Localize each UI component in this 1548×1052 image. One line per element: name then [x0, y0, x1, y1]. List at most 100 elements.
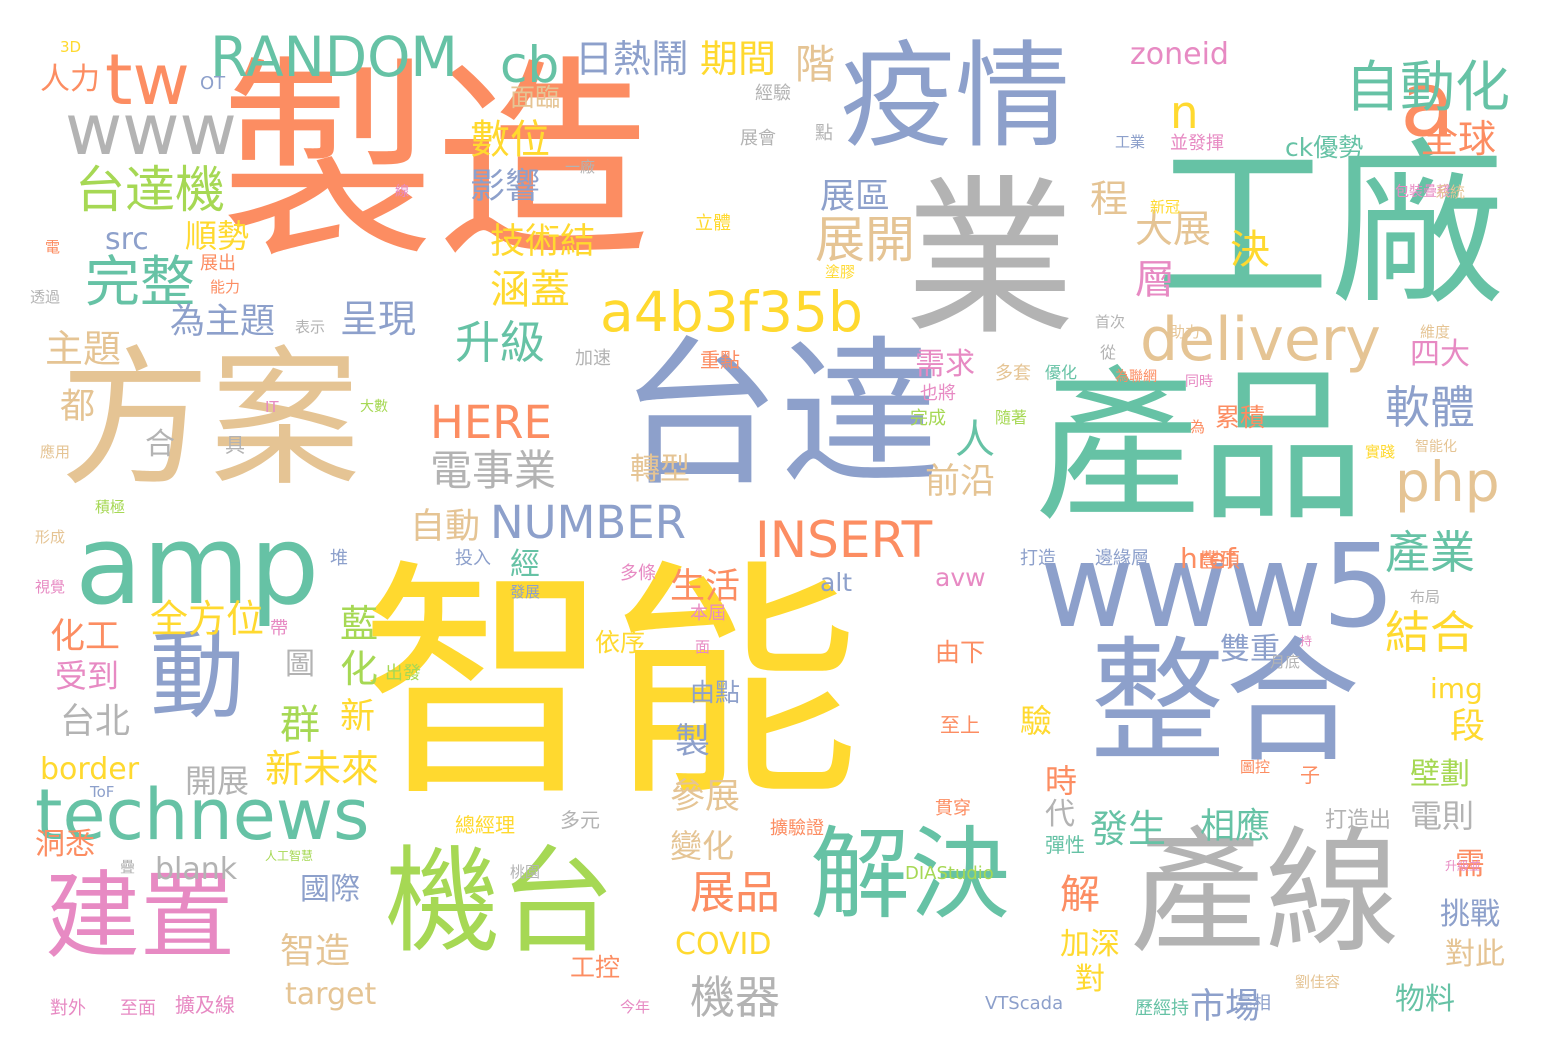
cloud-word: 能力 [210, 278, 241, 296]
cloud-word: 為 [1190, 418, 1206, 436]
cloud-word: 群 [280, 702, 320, 748]
cloud-word: 國際 [300, 872, 360, 907]
cloud-word: 電 [45, 238, 61, 256]
cloud-word: 重點 [700, 348, 740, 372]
cloud-word: 變化 [670, 827, 735, 865]
cloud-word: 也將 [920, 383, 956, 404]
cloud-word: 數位 [470, 117, 550, 163]
cloud-word: 多元 [560, 808, 600, 832]
cloud-word: 解 [1060, 872, 1100, 918]
cloud-word: 並發揮 [1170, 133, 1224, 154]
cloud-word: 新未來 [265, 747, 380, 791]
cloud-word: 助力 [1170, 323, 1201, 341]
cloud-word: n [1170, 86, 1199, 139]
cloud-word: src [105, 222, 149, 257]
cloud-word: 疊 [120, 858, 136, 876]
cloud-word: 至面 [120, 998, 156, 1019]
cloud-word: RANDOM [210, 25, 458, 89]
cloud-word: 貫穿 [935, 798, 971, 819]
cloud-word: 新 [340, 697, 376, 737]
cloud-word: 驗 [1020, 702, 1053, 740]
cloud-word: 一廠 [565, 158, 596, 176]
cloud-word: 呈現 [340, 297, 417, 341]
cloud-word: 圖控 [1240, 758, 1271, 776]
cloud-word: 今年 [620, 998, 651, 1016]
cloud-word: 面 [695, 638, 711, 656]
cloud-word: 實踐 [1365, 443, 1396, 461]
cloud-word: 代 [1045, 797, 1075, 832]
cloud-word: 工業 [1115, 133, 1146, 151]
cloud-word: 為聯網 [1115, 369, 1157, 385]
cloud-word: 動 [150, 622, 246, 732]
cloud-word: php [1395, 450, 1500, 514]
cloud-word: 機器 [690, 971, 781, 1024]
cloud-word: 升級並 [1445, 859, 1482, 873]
cloud-word: 化 [340, 647, 379, 691]
cloud-word: 人工智慧 [265, 849, 314, 863]
cloud-word: 對外 [50, 998, 86, 1019]
cloud-word: 發生 [1090, 807, 1167, 851]
cloud-word: 總經理 [455, 813, 515, 837]
cloud-word: 前沿 [925, 462, 996, 502]
cloud-word: 持 [1300, 634, 1313, 648]
cloud-word: 經驗 [755, 83, 791, 104]
cloud-word: 智造 [280, 932, 351, 972]
cloud-word: 豐碩 [1200, 548, 1240, 572]
cloud-word: 期間 [700, 37, 777, 81]
cloud-word: 電則 [1410, 797, 1475, 835]
cloud-word: 打造出 [1325, 808, 1392, 833]
cloud-word: 需求 [915, 347, 975, 382]
cloud-word: 具 [225, 433, 245, 457]
cloud-word: 技術結 [490, 222, 596, 262]
cloud-word: 受到 [55, 657, 120, 695]
cloud-word: 合 [145, 427, 175, 462]
cloud-word: 發展 [510, 583, 541, 601]
cloud-word: 壁劃 [1410, 757, 1470, 792]
cloud-word: 涵蓋 [490, 267, 570, 313]
cloud-word: 同時 [1185, 374, 1213, 390]
cloud-word: 透過 [30, 288, 61, 306]
cloud-word: 歷經持 [1135, 998, 1189, 1019]
cloud-word: NUMBER [490, 496, 686, 549]
cloud-word: 系統 [1435, 183, 1466, 201]
cloud-word: 時 [1045, 762, 1078, 800]
cloud-word: 本屆 [690, 603, 726, 624]
cloud-word: 生活 [670, 567, 741, 607]
cloud-word: 參展 [670, 777, 741, 817]
cloud-word: avw [935, 563, 986, 592]
cloud-word: 展出 [200, 253, 236, 274]
cloud-word: 劉佳容 [1295, 973, 1341, 991]
cloud-word: 從 [1100, 343, 1117, 362]
cloud-word: 亮相 [1235, 993, 1271, 1014]
cloud-word: 階 [795, 42, 835, 88]
cloud-word: 藍 [340, 602, 379, 646]
cloud-word: target [285, 977, 377, 1012]
cloud-word: 依序 [595, 628, 646, 657]
cloud-word: img [1430, 672, 1483, 705]
cloud-word: 加深 [1060, 927, 1120, 962]
cloud-word: 層 [1135, 257, 1175, 303]
cloud-word: 順勢 [185, 217, 250, 255]
cloud-word: 擴及線 [175, 993, 235, 1017]
cloud-word: 經 [510, 547, 540, 582]
cloud-word: 子 [1300, 763, 1320, 787]
cloud-word: border [40, 752, 140, 787]
cloud-word: 首次 [1095, 313, 1126, 331]
cloud-word: 物料 [1395, 982, 1455, 1017]
cloud-word: 新冠 [1150, 198, 1181, 216]
cloud-word: 堆 [330, 548, 348, 569]
cloud-word: 日熱鬧 [575, 37, 690, 81]
cloud-word: 點 [815, 123, 833, 144]
cloud-word: 製 [675, 722, 711, 762]
cloud-word: 程 [1090, 177, 1129, 221]
cloud-word: 智能 [360, 539, 860, 830]
cloud-word: 大數 [360, 399, 388, 415]
cloud-word: 表示 [295, 318, 326, 336]
cloud-word: 邊緣層 [1095, 548, 1149, 569]
cloud-word: DIAStudio [905, 863, 994, 884]
cloud-word: 布局 [1410, 588, 1441, 606]
cloud-word: 圖 [285, 647, 315, 682]
cloud-word: IT [265, 398, 279, 416]
cloud-word: 展區 [820, 177, 891, 217]
cloud-word: 擴驗證 [770, 818, 824, 839]
